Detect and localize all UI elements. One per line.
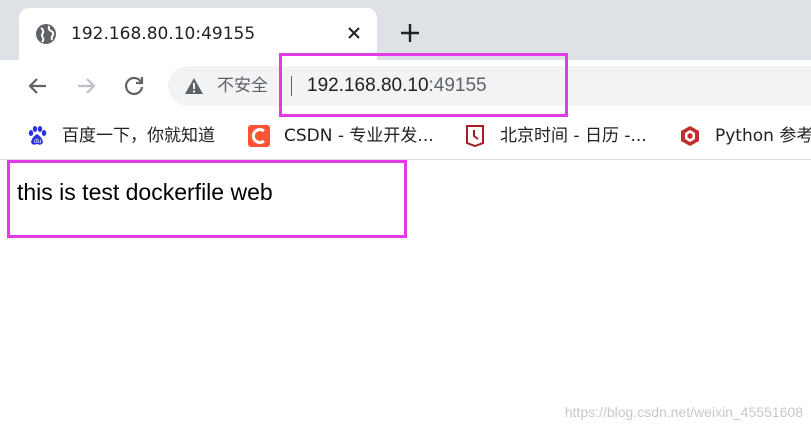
forward-arrow-icon[interactable] — [73, 73, 99, 99]
bookmark-label: 百度一下，你就知道 — [62, 126, 215, 146]
bookmark-label: CSDN - 专业开发... — [284, 126, 434, 146]
tab-title: 192.168.80.10:49155 — [71, 24, 256, 44]
back-arrow-icon[interactable] — [25, 73, 51, 99]
watermark: https://blog.csdn.net/weixin_45551608 — [564, 404, 803, 420]
reload-icon[interactable] — [121, 73, 147, 99]
bookmarks-bar: du 百度一下，你就知道 CSDN - 专业开发... 北京时间 - 日历 -.… — [0, 112, 811, 160]
bookmark-label: Python 参考 — [715, 126, 811, 146]
bookmark-label: 北京时间 - 日历 -... — [500, 126, 647, 146]
warning-triangle-icon[interactable] — [184, 76, 204, 96]
tab-strip: 192.168.80.10:49155 — [0, 0, 811, 60]
svg-text:du: du — [34, 138, 42, 145]
python-hex-icon — [681, 126, 699, 146]
globe-icon — [36, 24, 56, 44]
csdn-c-icon — [248, 125, 270, 147]
highlight-text-box — [7, 160, 407, 238]
clock-flag-icon — [466, 125, 484, 147]
new-tab-plus-icon[interactable] — [398, 21, 422, 45]
baidu-paw-icon: du — [28, 126, 47, 145]
close-icon[interactable] — [344, 23, 364, 43]
highlight-url-box — [279, 53, 568, 117]
not-secure-label: 不安全 — [217, 76, 268, 96]
